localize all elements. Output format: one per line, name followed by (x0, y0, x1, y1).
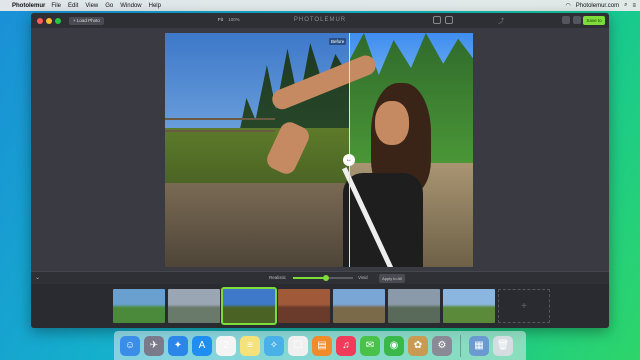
thumb-trees[interactable] (443, 289, 495, 323)
save-button[interactable]: Save to (583, 16, 605, 25)
strength-slider-knob[interactable] (323, 275, 329, 281)
photo-meadow (165, 128, 349, 188)
messages-icon[interactable]: ✉ (360, 335, 380, 356)
ibooks-icon[interactable]: ▤ (312, 335, 332, 356)
wifi-icon[interactable]: ◠ (566, 2, 571, 9)
strength-max-label: Vivid (358, 275, 368, 280)
photos-icon[interactable]: ✿ (408, 335, 428, 356)
reminders-icon[interactable]: ☐ (288, 335, 308, 356)
dock: ☺ ✈ ✦ A 2 ≡ ✧ ☐ ▤ ♫ ✉ ◉ ✿ ⚙ ▦ 🗑 (114, 331, 526, 360)
add-photo-slot[interactable]: + (498, 289, 550, 323)
photo-path-before (165, 183, 349, 267)
adjustment-bar: ⌄ Realistic Vivid Apply to All (31, 271, 609, 284)
thumb-mountain[interactable] (388, 289, 440, 323)
before-after-photo[interactable]: ↔ Before (165, 33, 473, 267)
before-label: Before (329, 38, 347, 45)
window-title: PHOTOLEMUR (293, 17, 347, 23)
share-icon[interactable]: ⤴ (498, 16, 505, 25)
notes-icon[interactable]: ≡ (240, 335, 260, 356)
collapse-chevron-icon[interactable]: ⌄ (35, 274, 43, 282)
thumb-road[interactable] (333, 289, 385, 323)
thumb-portrait[interactable] (221, 287, 277, 325)
menu-bar: Photolemur File Edit View Go Window Help… (0, 0, 640, 11)
list-icon[interactable]: ≡ (632, 3, 636, 9)
account-icons (562, 16, 581, 24)
menu-view[interactable]: View (85, 3, 98, 9)
photo-subject-face (375, 101, 409, 145)
maps-icon[interactable]: ✧ (264, 335, 284, 356)
compare-divider[interactable] (349, 33, 350, 267)
compare-handle-icon[interactable]: ↔ (343, 154, 355, 166)
search-icon[interactable]: ⌕ (624, 2, 627, 9)
appstore-icon[interactable]: A (192, 335, 212, 356)
strength-slider-fill (293, 277, 326, 279)
title-bar: + Load Photo Fit 100% PHOTOLEMUR ⤴ Save … (31, 13, 609, 28)
apply-to-all-button[interactable]: Apply to All (379, 274, 405, 283)
filmstrip: + (31, 284, 609, 328)
menu-edit[interactable]: Edit (68, 3, 78, 9)
info-icon[interactable] (573, 16, 581, 24)
thumb-field[interactable] (113, 289, 165, 323)
menubar-right-text[interactable]: Photolemur.com (576, 3, 619, 9)
strength-min-label: Realistic (269, 275, 287, 280)
compare-view-icon[interactable] (433, 16, 441, 24)
launchpad-icon[interactable]: ✈ (144, 335, 164, 356)
menu-help[interactable]: Help (149, 3, 161, 9)
split-view-icon[interactable] (445, 16, 453, 24)
calendar-icon[interactable]: 2 (216, 335, 236, 356)
dock-separator (460, 334, 461, 357)
thumb-hills[interactable] (168, 289, 220, 323)
finder-icon[interactable]: ☺ (120, 335, 140, 356)
photolemur-window: + Load Photo Fit 100% PHOTOLEMUR ⤴ Save … (31, 13, 609, 328)
photo-fence (165, 118, 275, 132)
menu-window[interactable]: Window (120, 3, 141, 9)
facetime-icon[interactable]: ◉ (384, 335, 404, 356)
music-icon[interactable]: ♫ (336, 335, 356, 356)
view-mode-toggles (433, 16, 453, 24)
preferences-icon[interactable]: ⚙ (432, 335, 452, 356)
thumb-autumn[interactable] (278, 289, 330, 323)
photo-canvas: ↔ Before (31, 28, 609, 271)
menubar-status-area: ◠ Photolemur.com ⌕ ≡ (566, 2, 640, 9)
menu-go[interactable]: Go (105, 3, 113, 9)
strength-slider[interactable] (293, 275, 353, 281)
safari-icon[interactable]: ✦ (168, 335, 188, 356)
settings-icon[interactable] (562, 16, 570, 24)
menu-app-name[interactable]: Photolemur (12, 3, 45, 9)
trash-icon[interactable]: 🗑 (493, 335, 513, 356)
downloads-folder-icon[interactable]: ▦ (469, 335, 489, 356)
menu-file[interactable]: File (51, 3, 61, 9)
